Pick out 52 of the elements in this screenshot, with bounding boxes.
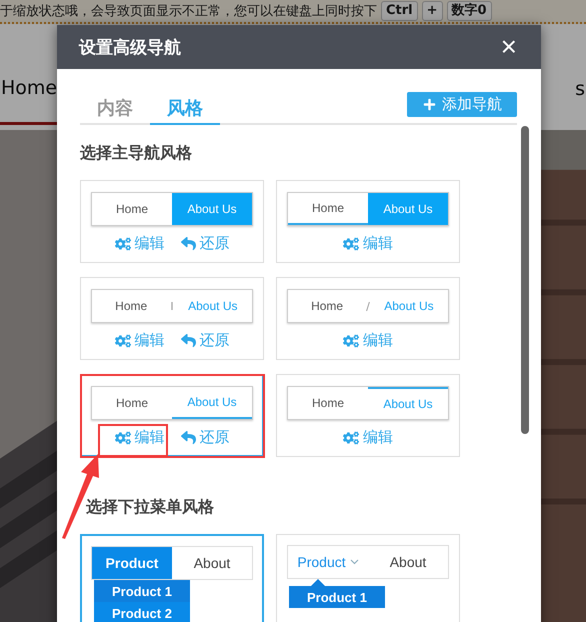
nav-style-card[interactable]: Home About Us 编辑 [276,374,460,457]
nav-style-card[interactable]: Home I About Us 编辑 还原 [80,277,264,360]
nav-style-card[interactable]: Home / About Us 编辑 [276,277,460,360]
dropdown-style-card[interactable]: Product About Product 1 [276,534,460,622]
menu-item: Product [92,547,172,579]
nav-item: Home [288,193,368,225]
plus-icon [423,98,436,111]
close-button[interactable]: × [500,33,517,61]
gears-icon [343,236,359,252]
nav-item: About Us [368,193,448,225]
dialog-title: 设置高级导航 [79,36,181,58]
key-label: Ctrl [381,1,418,21]
pointer-icon [311,579,325,586]
submenu-item: Product 2 [94,602,190,622]
key-label: + [422,1,443,21]
gears-icon [114,236,130,252]
nav-item: About Us [368,387,448,419]
gears-icon [343,332,359,348]
submenu-item: Product 1 [94,580,190,602]
reply-icon [180,236,196,251]
nav-item: About Us [174,290,252,322]
nav-style-preview[interactable]: Home About Us [91,192,253,226]
nav-style-preview[interactable]: Home / About Us [287,289,449,323]
notice-text: 于缩放状态哦，会导致页面显示不正常，您可以在键盘上同时按下 [0,3,377,20]
reply-icon [180,430,196,445]
nav-item: Home [92,193,172,225]
nav-style-preview[interactable]: Home About Us [287,192,449,226]
nav-link[interactable]: s [574,55,586,123]
nav-item: Home [288,290,366,322]
nav-item: Home [92,290,170,322]
separator: I [170,298,174,314]
nav-style-preview[interactable]: Home I About Us [91,289,253,323]
reply-icon [180,333,196,348]
gears-icon [343,430,359,446]
nav-item: About Us [172,193,252,225]
nav-item: Home [288,387,368,419]
scrollbar-thumb[interactable] [521,126,529,434]
gears-icon [114,430,130,446]
chevron-icon [350,559,359,565]
nav-style-card[interactable]: Home About Us 编辑 [276,180,460,263]
dropdown-style-card[interactable]: Product About Product 1 Product 2 [80,534,264,622]
nav-item: Home [92,387,172,419]
section-title: 选择下拉菜单风格 [85,497,215,518]
section-title: 选择主导航风格 [80,143,193,164]
gears-icon [114,332,130,348]
separator: / [366,298,370,314]
nav-style-preview[interactable]: Home About Us [287,386,449,420]
nav-item: About Us [172,387,252,419]
nav-item: About Us [370,290,448,322]
nav-style-preview[interactable]: Home About Us [91,386,253,420]
nav-style-card[interactable]: Home About Us 编辑 还原 [80,180,264,263]
key-label: 数字0 [446,1,492,21]
